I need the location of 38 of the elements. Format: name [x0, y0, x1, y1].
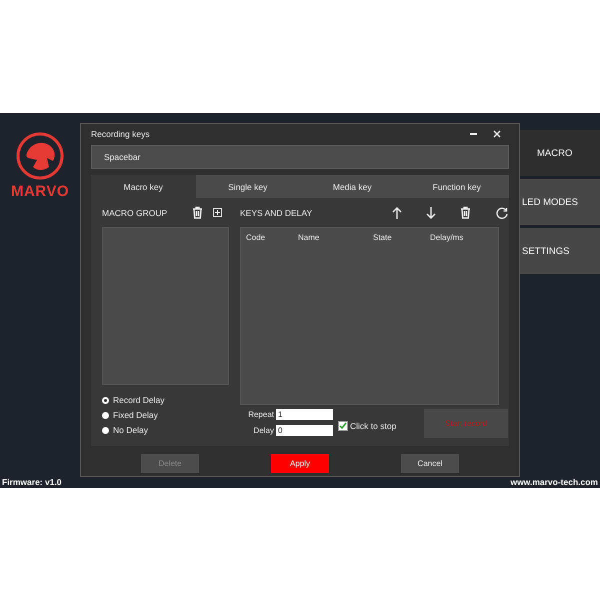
radio-label: Record Delay [113, 395, 164, 405]
tab[interactable]: Media key [300, 175, 404, 198]
column-header: Delay/ms [430, 233, 464, 242]
up-arrow-icon[interactable] [392, 206, 402, 218]
tab[interactable]: Macro key [91, 175, 196, 198]
repeat-label: Repeat [248, 410, 274, 419]
checkbox[interactable] [338, 421, 348, 431]
radio-button[interactable] [102, 412, 109, 418]
firmware-version: Firmware: v1.0 [2, 477, 62, 487]
key-field[interactable]: Spacebar [91, 145, 509, 169]
radio-label: No Delay [113, 425, 148, 435]
logo-icon [15, 131, 65, 181]
add-icon[interactable] [213, 208, 222, 217]
trash-icon[interactable] [192, 206, 203, 219]
column-header: Code [246, 233, 266, 242]
close-icon[interactable] [493, 130, 501, 138]
down-arrow-icon[interactable] [426, 206, 436, 218]
repeat-field[interactable]: 1 [276, 409, 333, 420]
radio-label: Fixed Delay [113, 410, 158, 420]
section-title: KEYS AND DELAY [240, 208, 314, 218]
tab[interactable]: Function key [404, 175, 509, 198]
column-header: State [373, 233, 393, 242]
trash-icon[interactable] [460, 206, 471, 219]
website-link[interactable]: www.marvo-tech.com [510, 477, 598, 487]
apply-button[interactable]: Apply [271, 454, 329, 473]
delay-field[interactable]: 0 [276, 425, 333, 436]
tab[interactable]: Single key [196, 175, 300, 198]
delay-label: Delay [254, 426, 274, 435]
radio-button[interactable] [102, 426, 109, 434]
refresh-icon[interactable] [496, 206, 508, 218]
checkbox-label: Click to stop [350, 421, 396, 431]
logo-text: MARVO [10, 183, 70, 200]
section-title: MACRO GROUP [102, 208, 168, 218]
radio-button[interactable] [102, 396, 109, 404]
column-header: Name [298, 233, 320, 242]
minimize-icon[interactable] [470, 133, 476, 135]
dialog-button[interactable]: Cancel [401, 454, 459, 473]
dialog-title: Recording keys [91, 129, 151, 139]
